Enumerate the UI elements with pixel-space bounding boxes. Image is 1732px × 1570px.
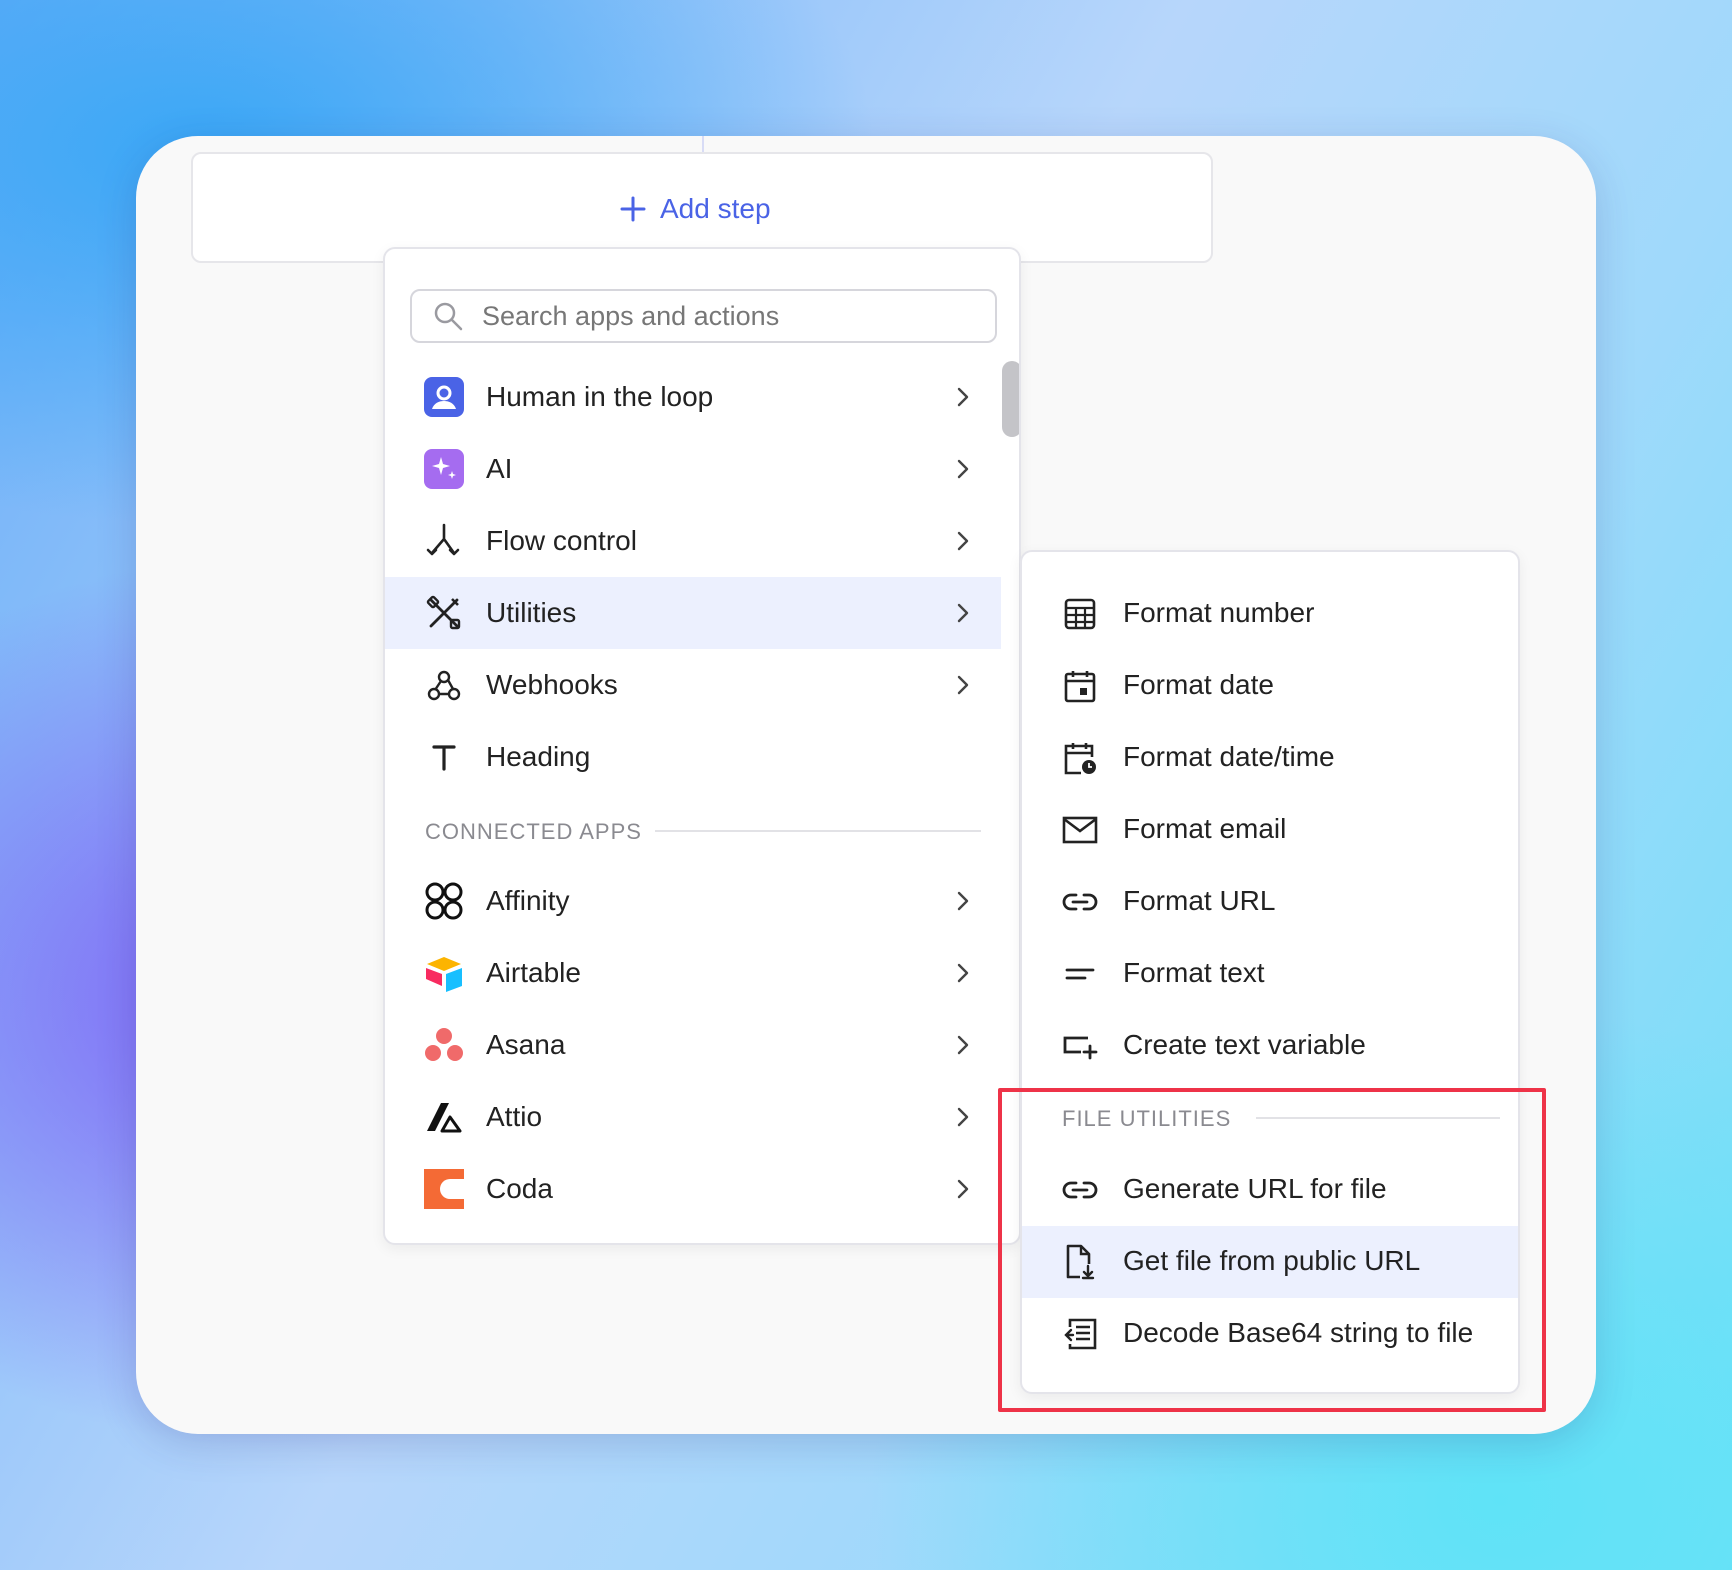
coda-logo [424, 1169, 464, 1209]
submenu-item-label: Decode Base64 string to file [1123, 1317, 1474, 1348]
menu-item-label: Airtable [486, 957, 581, 988]
calculator-icon [1062, 596, 1098, 632]
chevron-right-icon [957, 963, 969, 983]
submenu-item-format-text[interactable]: Format text [1022, 938, 1518, 1010]
chevron-right-icon [957, 531, 969, 551]
menu-item-label: Utilities [486, 597, 577, 628]
submenu-item-label: Format number [1123, 597, 1315, 628]
submenu-item-create-text-variable[interactable]: Create text variable [1022, 1010, 1518, 1082]
submenu-item-decode-base64-string-to-file[interactable]: Decode Base64 string to file [1022, 1298, 1518, 1370]
menu-app-asana[interactable]: Asana [385, 1009, 1001, 1081]
search-icon [434, 302, 463, 331]
section-divider [655, 830, 981, 832]
submenu-item-generate-url-for-file[interactable]: Generate URL for file [1022, 1154, 1518, 1226]
sparkles-icon [424, 449, 464, 489]
submenu-item-label: Format date/time [1123, 741, 1335, 772]
menu-item-label: Attio [486, 1101, 543, 1132]
submenu-item-label: Create text variable [1123, 1029, 1366, 1060]
menu-app-affinity[interactable]: Affinity [385, 865, 1001, 937]
heading-icon [424, 737, 464, 777]
menu-item-ai[interactable]: AI [385, 433, 1001, 505]
add-step-button[interactable]: Add step [620, 186, 771, 232]
section-divider [1256, 1117, 1500, 1119]
chevron-right-icon [957, 1107, 969, 1127]
chevron-right-icon [957, 891, 969, 911]
tools-icon [424, 593, 464, 633]
link-icon [1062, 884, 1098, 920]
submenu-item-label: Get file from public URL [1123, 1245, 1421, 1276]
flow-connector [702, 136, 704, 152]
text-lines-icon [1062, 956, 1098, 992]
search-input[interactable] [482, 300, 982, 332]
menu-item-label: Human in the loop [486, 381, 714, 412]
file-download-icon [1062, 1244, 1098, 1280]
chevron-right-icon [957, 1179, 969, 1199]
utilities-submenu: Format number Format date Format date/ti… [1020, 550, 1520, 1394]
submenu-item-label: Format email [1123, 813, 1287, 844]
menu-scrollbar[interactable] [1002, 361, 1019, 437]
menu-item-label: Webhooks [486, 669, 618, 700]
menu-item-flow-control[interactable]: Flow control [385, 505, 1001, 577]
menu-item-label: Flow control [486, 525, 637, 556]
envelope-icon [1062, 812, 1098, 848]
menu-item-label: Coda [486, 1173, 553, 1204]
menu-app-attio[interactable]: Attio [385, 1081, 1001, 1153]
submenu-item-format-date[interactable]: Format date [1022, 650, 1518, 722]
submenu-item-format-number[interactable]: Format number [1022, 578, 1518, 650]
plus-icon [620, 196, 646, 222]
submenu-item-label: Format URL [1123, 885, 1276, 916]
connected-apps-heading: CONNECTED APPS [425, 819, 642, 844]
submenu-item-label: Generate URL for file [1123, 1173, 1387, 1204]
menu-item-label: AI [486, 453, 513, 484]
user-icon [424, 377, 464, 417]
decode-file-icon [1062, 1316, 1098, 1352]
calendar-icon [1062, 668, 1098, 704]
attio-logo [424, 1097, 464, 1137]
menu-item-label: Heading [486, 741, 591, 772]
chevron-right-icon [957, 387, 969, 407]
menu-item-webhooks[interactable]: Webhooks [385, 649, 1001, 721]
link-icon [1062, 1172, 1098, 1208]
menu-item-heading[interactable]: Heading [385, 721, 1001, 793]
calendar-clock-icon [1062, 740, 1098, 776]
submenu-item-format-email[interactable]: Format email [1022, 794, 1518, 866]
submenu-item-label: Format date [1123, 669, 1274, 700]
text-variable-icon [1062, 1028, 1098, 1064]
menu-app-airtable[interactable]: Airtable [385, 937, 1001, 1009]
submenu-item-label: Format text [1123, 957, 1265, 988]
menu-item-label: Asana [486, 1029, 566, 1060]
chevron-right-icon [957, 603, 969, 623]
asana-logo [424, 1025, 464, 1065]
submenu-item-get-file-from-public-url[interactable]: Get file from public URL [1022, 1226, 1518, 1298]
webhook-icon [424, 665, 464, 705]
search-box[interactable] [410, 289, 997, 343]
menu-item-utilities[interactable]: Utilities [385, 577, 1001, 649]
file-utilities-heading: FILE UTILITIES [1062, 1106, 1232, 1131]
airtable-logo [424, 953, 464, 993]
branch-icon [424, 521, 464, 561]
menu-item-label: Affinity [486, 885, 570, 916]
chevron-right-icon [957, 1035, 969, 1055]
affinity-logo [424, 881, 464, 921]
menu-app-coda[interactable]: Coda [385, 1153, 1001, 1225]
submenu-item-format-date-time[interactable]: Format date/time [1022, 722, 1518, 794]
chevron-right-icon [957, 459, 969, 479]
menu-item-human-in-the-loop[interactable]: Human in the loop [385, 361, 1001, 433]
add-step-label: Add step [660, 193, 771, 224]
submenu-item-format-url[interactable]: Format URL [1022, 866, 1518, 938]
chevron-right-icon [957, 675, 969, 695]
step-menu: Human in the loop AI Flow control Utilit… [383, 247, 1021, 1245]
